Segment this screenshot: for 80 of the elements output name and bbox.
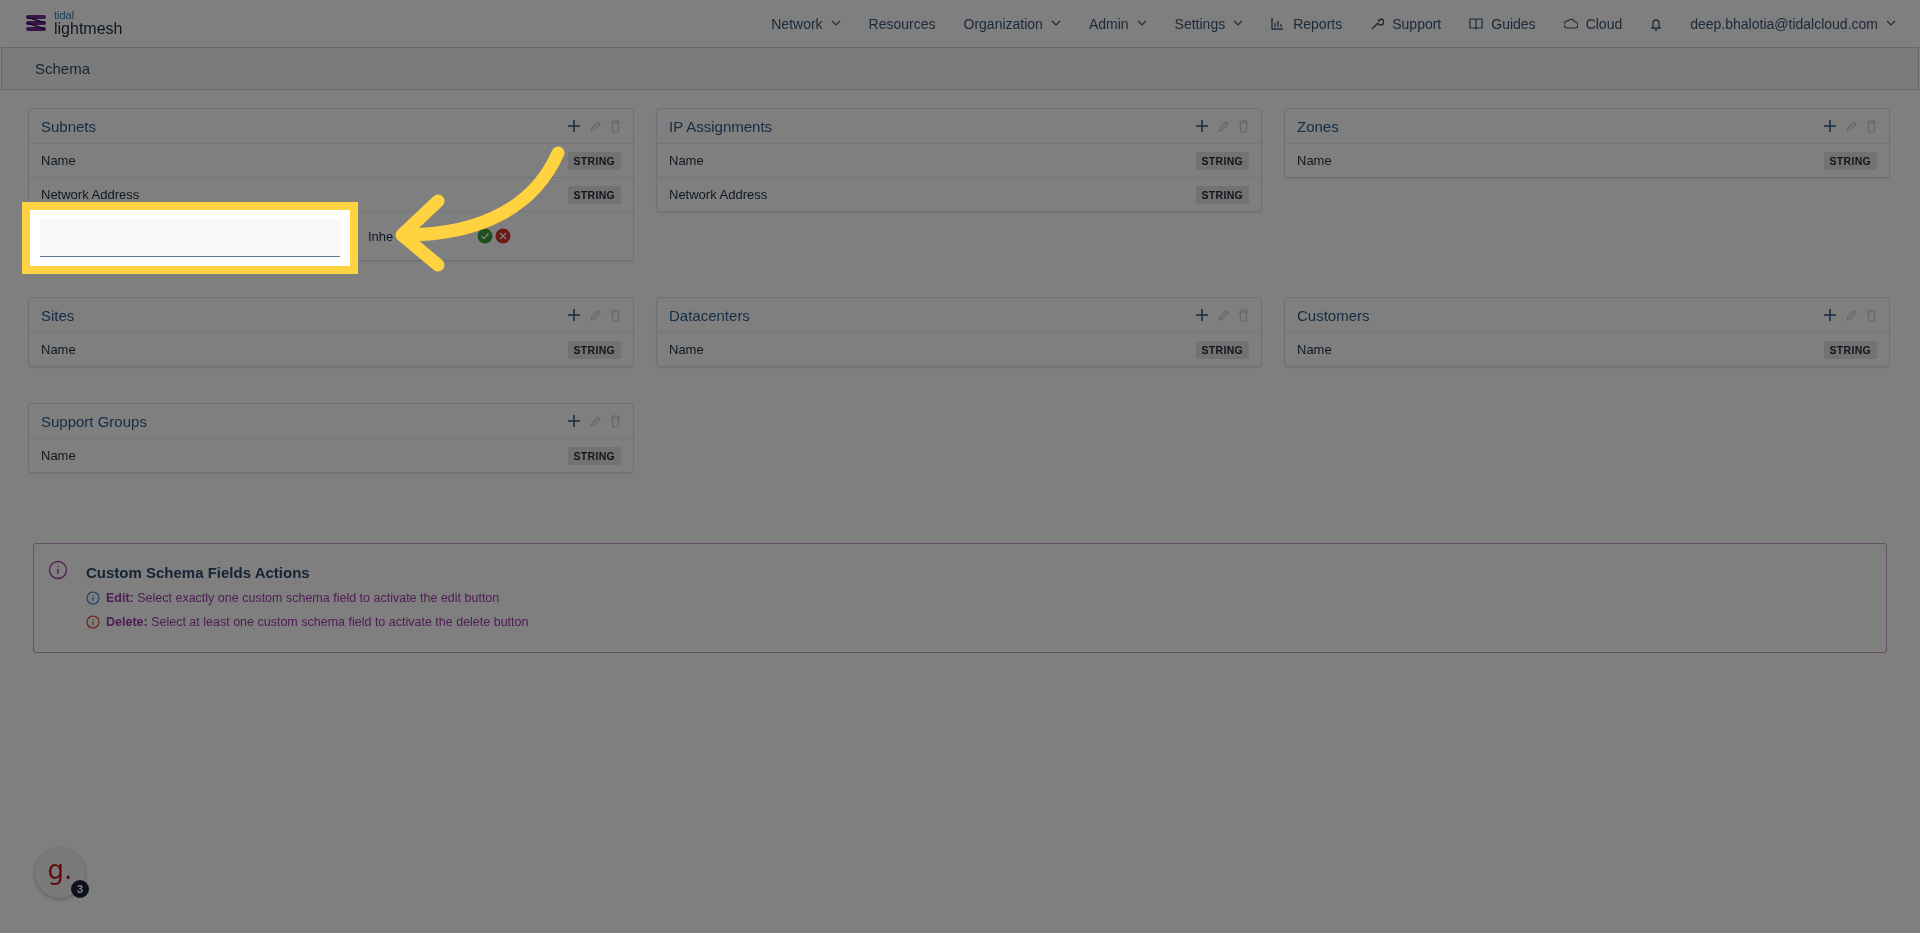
book-icon — [1469, 16, 1484, 31]
card-title: Zones — [1297, 117, 1339, 135]
chart-icon — [1271, 16, 1286, 31]
trash-icon — [1238, 119, 1249, 133]
type-tag: STRING — [567, 151, 621, 170]
field-name: Network Address — [41, 187, 140, 202]
logo-text: lightmesh — [54, 21, 123, 37]
input-field[interactable] — [40, 219, 340, 257]
card-title: Subnets — [41, 117, 97, 135]
pencil-icon — [1845, 308, 1858, 322]
trash-icon — [610, 308, 621, 322]
info-text: Delete: Select at least one custom schema field to activate the delete button — [106, 615, 529, 629]
chevron-down-icon — [1233, 20, 1244, 27]
field-name: Name — [669, 342, 704, 357]
wrench-icon — [1370, 16, 1385, 31]
field-name: Name — [1297, 153, 1332, 168]
nav-link[interactable]: Network — [771, 15, 841, 32]
type-tag: STRING — [1195, 185, 1249, 204]
field-name: Name — [669, 153, 704, 168]
pencil-icon — [1217, 308, 1230, 322]
plus-icon[interactable] — [1195, 119, 1209, 133]
trash-icon — [610, 119, 621, 133]
inherit-label: Inhe — [368, 228, 394, 244]
plus-icon[interactable] — [567, 308, 581, 322]
nav-link[interactable]: Resources — [868, 15, 936, 32]
card-title: Customers — [1297, 306, 1370, 324]
field-name: Name — [41, 153, 76, 168]
type-tag: STRING — [1823, 340, 1877, 359]
chevron-down-icon — [1050, 20, 1061, 27]
pencil-icon — [589, 414, 602, 428]
chevron-down-icon — [1886, 20, 1896, 27]
card-title: Datacenters — [669, 306, 750, 324]
card-title: Support Groups — [41, 412, 147, 430]
confirm-icon[interactable] — [477, 228, 494, 244]
trash-icon — [1866, 119, 1877, 133]
card-title: Sites — [41, 306, 75, 324]
nav-link[interactable]: Guides — [1469, 15, 1536, 32]
nav-link[interactable]: Support — [1370, 15, 1442, 32]
plus-icon[interactable] — [567, 414, 581, 428]
cancel-icon[interactable] — [495, 228, 512, 244]
plus-icon[interactable] — [1823, 119, 1837, 133]
type-tag: STRING — [567, 340, 621, 359]
cloud-icon — [1563, 16, 1578, 31]
field-name: Network Address — [669, 187, 768, 202]
pencil-icon — [589, 308, 602, 322]
type-tag: STRING — [567, 446, 621, 465]
info-title: Custom Schema Fields Actions — [86, 564, 311, 581]
logo-subtitle: tidal — [54, 10, 76, 21]
field-name: Name — [41, 448, 76, 463]
plus-icon[interactable] — [1823, 308, 1837, 322]
card-title: IP Assignments — [669, 117, 773, 135]
info-text: Edit: Select exactly one custom schema field to activate the edit button — [106, 591, 500, 605]
nav-link[interactable]: Reports — [1271, 15, 1343, 32]
field-name: Name — [1297, 342, 1332, 357]
chevron-down-icon — [830, 20, 841, 27]
count-badge: 3 — [71, 880, 89, 898]
trash-icon — [610, 414, 621, 428]
type-tag: STRING — [1195, 340, 1249, 359]
nav-link[interactable]: Admin — [1088, 15, 1147, 32]
edit-info-icon — [86, 591, 100, 605]
trash-icon — [1238, 308, 1249, 322]
plus-icon[interactable] — [567, 119, 581, 133]
chevron-down-icon — [1136, 20, 1147, 27]
type-tag: STRING — [1195, 151, 1249, 170]
pencil-icon — [1217, 119, 1230, 133]
user-menu[interactable]: deep.bhalotia@tidalcloud.com — [1690, 15, 1896, 32]
info-icon — [48, 560, 68, 580]
pencil-icon — [1845, 119, 1858, 133]
page-title: Schema — [35, 60, 91, 77]
bell-icon[interactable] — [1650, 16, 1663, 31]
delete-info-icon — [86, 615, 100, 629]
type-tag: STRING — [567, 185, 621, 204]
nav-link[interactable]: Settings — [1174, 15, 1244, 32]
nav-link[interactable]: Organization — [963, 15, 1061, 32]
plus-icon[interactable] — [1195, 308, 1209, 322]
nav-link[interactable]: Cloud — [1563, 15, 1623, 32]
field-name: Name — [41, 342, 76, 357]
pencil-icon — [589, 119, 602, 133]
trash-icon — [1866, 308, 1877, 322]
type-tag: STRING — [1823, 151, 1877, 170]
